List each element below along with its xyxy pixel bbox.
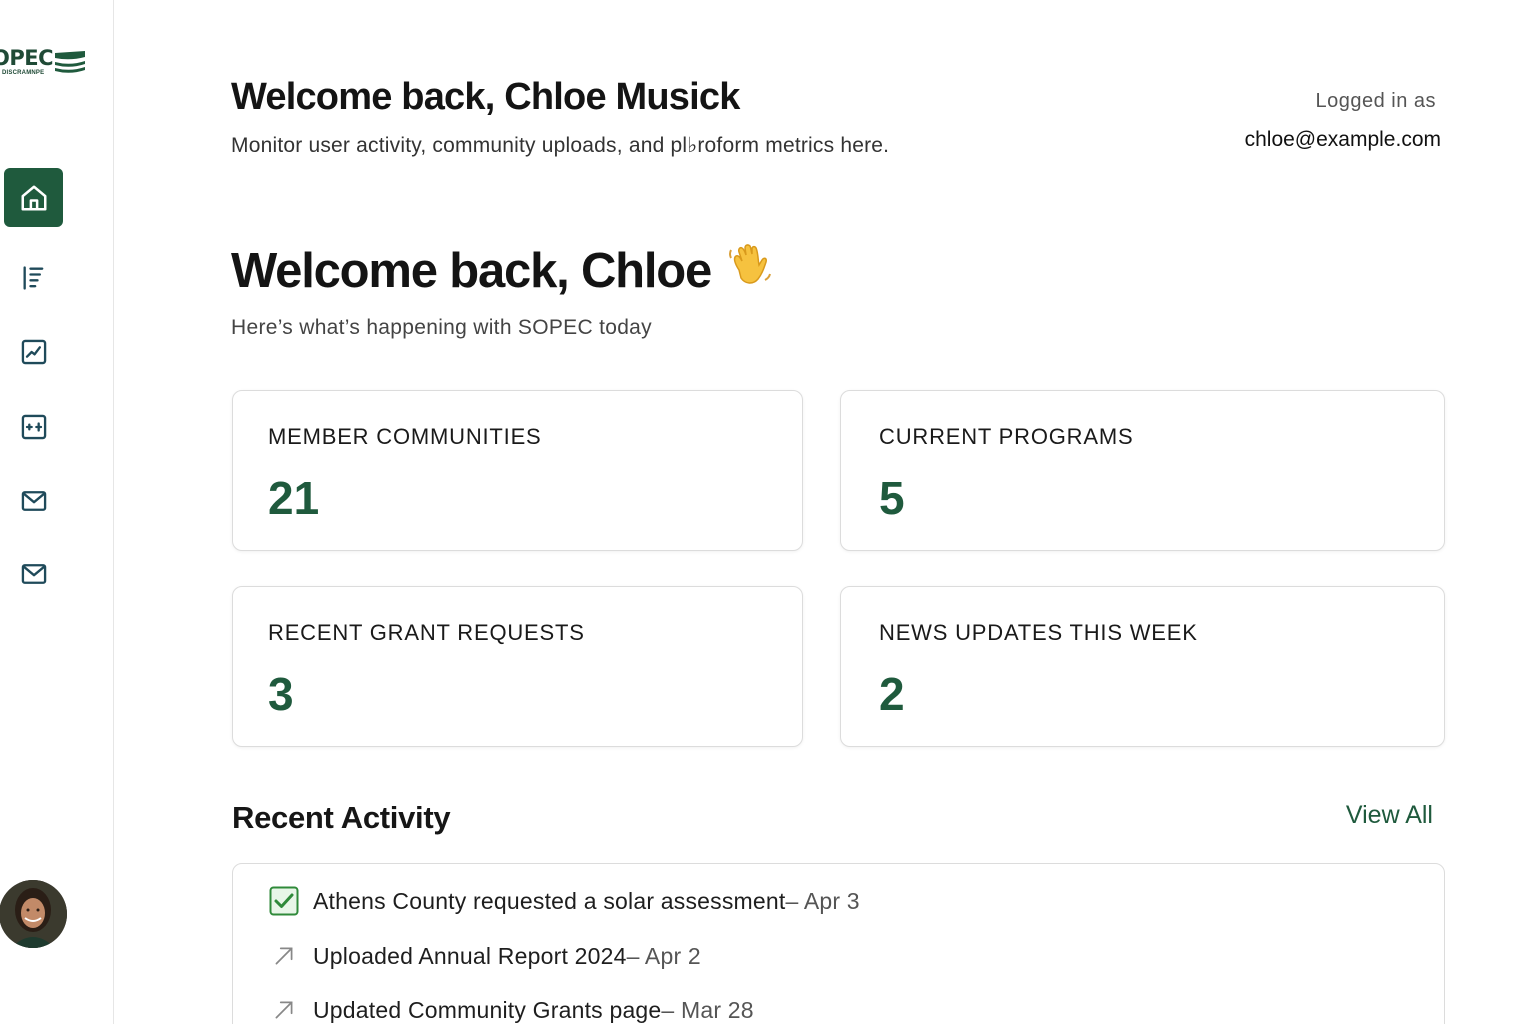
stat-card-member-communities[interactable]: MEMBER COMMUNITIES 21 — [232, 390, 803, 551]
activity-date: – Apr 3 — [785, 887, 860, 914]
welcome-heading: Welcome back, Chloe — [231, 240, 775, 302]
stat-value: 3 — [268, 668, 294, 720]
stat-value: 5 — [879, 472, 905, 524]
sidebar-item-analytics[interactable] — [4, 322, 63, 381]
chart-icon — [21, 339, 46, 364]
arrow-up-right-icon — [269, 995, 299, 1024]
activity-text: Athens County requested a solar assessme… — [313, 887, 786, 914]
logo-subtext: DISCRAMNPE — [2, 70, 45, 76]
stat-label: CURRENT PROGRAMS — [879, 424, 1134, 449]
activity-date: – Mar 28 — [661, 996, 754, 1023]
recent-activity-title: Recent Activity — [232, 800, 451, 835]
main-content: Welcome back, Chloe Musick Monitor user … — [114, 0, 1536, 1024]
stat-value: 2 — [879, 668, 905, 720]
list-icon — [23, 265, 43, 290]
waving-hand-icon — [725, 240, 775, 302]
activity-text: Updated Community Grants page — [313, 996, 662, 1023]
list-item[interactable]: Uploaded Annual Report 2024 – Apr 2 — [269, 941, 701, 971]
recent-activity-list: Athens County requested a solar assessme… — [232, 863, 1445, 1024]
logo-waves-icon — [55, 51, 85, 73]
sidebar-item-mail[interactable] — [4, 544, 63, 603]
calculator-icon — [21, 414, 46, 439]
page-subtitle: Monitor user activity, community uploads… — [231, 134, 890, 157]
logo[interactable]: OPEC DISCRAMNPE — [0, 44, 100, 84]
stat-card-recent-grant-requests[interactable]: RECENT GRANT REQUESTS 3 — [232, 586, 803, 747]
logo-text: OPEC — [0, 46, 54, 70]
activity-date: – Apr 2 — [626, 942, 701, 969]
logged-in-email[interactable]: chloe@example.com — [1245, 128, 1441, 152]
avatar-image — [0, 880, 67, 948]
sidebar: OPEC DISCRAMNPE — [0, 0, 114, 1024]
user-avatar[interactable] — [0, 880, 67, 948]
stat-card-current-programs[interactable]: CURRENT PROGRAMS 5 — [840, 390, 1445, 551]
stat-label: MEMBER COMMUNITIES — [268, 424, 542, 449]
welcome-title: Welcome back, Chloe — [231, 244, 712, 298]
stat-card-news-updates[interactable]: NEWS UPDATES THIS WEEK 2 — [840, 586, 1445, 747]
welcome-subtitle: Here’s what’s happening with SOPEC today — [231, 316, 652, 339]
stat-label: NEWS UPDATES THIS WEEK — [879, 620, 1198, 645]
sidebar-item-home[interactable] — [4, 168, 63, 227]
view-all-link[interactable]: View All — [1346, 801, 1433, 830]
sidebar-item-calculator[interactable] — [4, 397, 63, 456]
checkbox-checked-icon — [269, 886, 299, 916]
list-item[interactable]: Athens County requested a solar assessme… — [269, 886, 860, 916]
stat-label: RECENT GRANT REQUESTS — [268, 620, 585, 645]
sidebar-item-list[interactable] — [4, 248, 63, 307]
logged-in-label: Logged in as — [1315, 90, 1436, 112]
arrow-up-right-icon — [269, 941, 299, 971]
page-title: Welcome back, Chloe Musick — [231, 76, 740, 118]
list-item[interactable]: Updated Community Grants page – Mar 28 — [269, 995, 754, 1024]
mail-icon — [21, 563, 46, 584]
stat-value: 21 — [268, 472, 320, 524]
mail-icon — [21, 490, 46, 511]
activity-text: Uploaded Annual Report 2024 — [313, 942, 627, 969]
home-icon — [21, 185, 46, 210]
sidebar-item-messages[interactable] — [4, 471, 63, 530]
